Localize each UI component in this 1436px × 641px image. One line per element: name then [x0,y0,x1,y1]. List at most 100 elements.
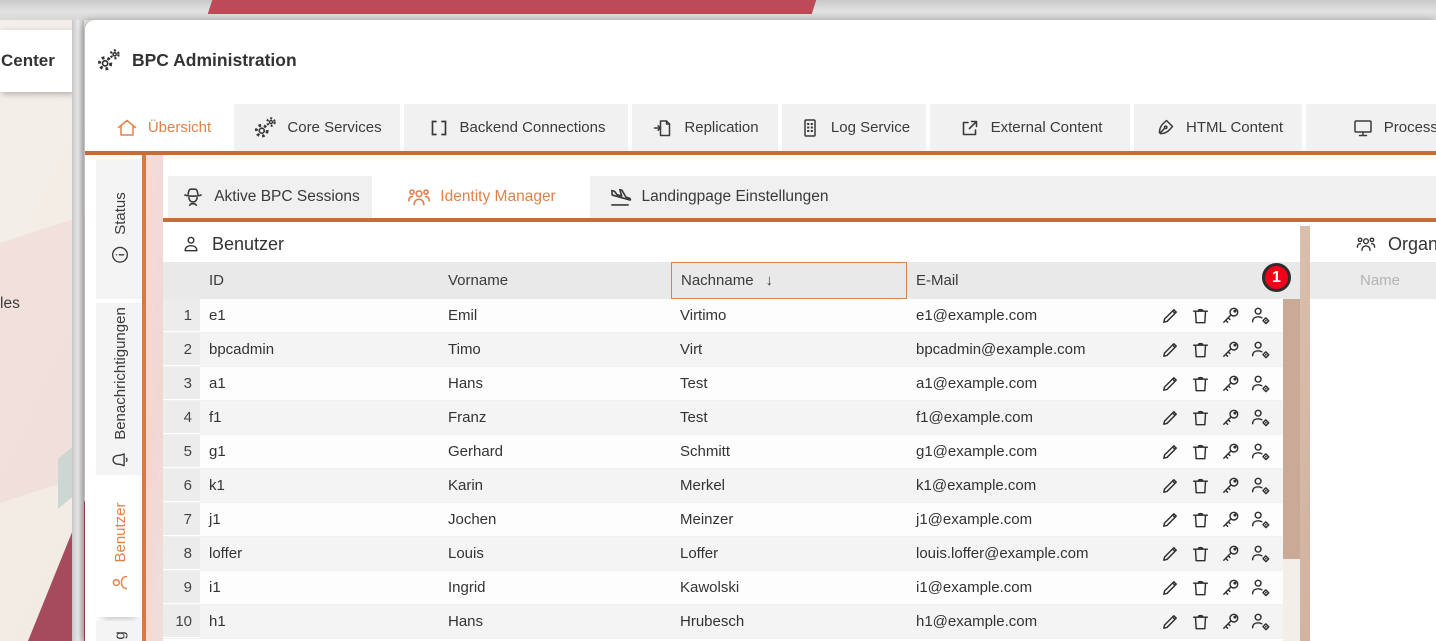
cell-vorname: Jochen [439,511,671,528]
subtab-landingpage-einstellungen[interactable]: Landingpage Einstellungen [590,176,846,218]
tab-process-dashboard[interactable]: Process Da [1306,104,1436,151]
scrollbar-thumb[interactable] [1283,299,1300,559]
tab-uebersicht[interactable]: Übersicht [96,104,230,151]
column-header-email[interactable]: E-Mail [907,272,1159,289]
group-icon [406,184,432,210]
background-window-tab[interactable]: Center [0,30,72,92]
background-window-title: Center [0,51,55,71]
table-row[interactable]: 2 bpcadmin Timo Virt bpcadmin@example.co… [163,333,1300,367]
tab-backend-connections[interactable]: Backend Connections [404,104,628,151]
edit-icon[interactable] [1159,304,1182,327]
delete-icon[interactable] [1189,576,1212,599]
key-icon[interactable] [1219,406,1242,429]
cell-nachname: Loffer [671,545,907,562]
cell-email: j1@example.com [907,511,1159,528]
key-icon[interactable] [1219,576,1242,599]
sidebar-item-benutzer[interactable]: Benutzer [96,479,143,617]
red-accent-band [208,0,817,14]
left-scrollbar[interactable] [72,20,84,641]
key-icon[interactable] [1219,474,1242,497]
group-icon [1355,233,1377,255]
background-partial-text: les [0,295,20,313]
edit-icon[interactable] [1159,508,1182,531]
cell-nachname: Test [671,375,907,392]
assign-user-icon[interactable] [1249,576,1272,599]
edit-icon[interactable] [1159,542,1182,565]
vertical-sidebar: Status Benachrichtigungen Benutzer [96,159,143,641]
delete-icon[interactable] [1189,508,1212,531]
tab-replication[interactable]: Replication [632,104,778,151]
assign-user-icon[interactable] [1249,508,1272,531]
assign-user-icon[interactable] [1249,406,1272,429]
delete-icon[interactable] [1189,338,1212,361]
delete-icon[interactable] [1189,406,1212,429]
table-row[interactable]: 3 a1 Hans Test a1@example.com [163,367,1300,401]
delete-icon[interactable] [1189,440,1212,463]
cell-email: e1@example.com [907,307,1159,324]
assign-user-icon[interactable] [1249,304,1272,327]
top-strip [0,0,1436,20]
column-header-label: Nachname [681,272,754,289]
table-row[interactable]: 8 loffer Louis Loffer louis.loffer@examp… [163,537,1300,571]
table-scrollbar[interactable] [1283,299,1300,641]
delete-icon[interactable] [1189,372,1212,395]
tab-label: External Content [991,119,1103,136]
benutzer-title-label: Benutzer [212,234,284,255]
column-header-vorname[interactable]: Vorname [439,272,671,289]
cell-vorname: Hans [439,613,671,630]
assign-user-icon[interactable] [1249,372,1272,395]
table-row[interactable]: 9 i1 Ingrid Kawolski i1@example.com [163,571,1300,605]
row-number: 1 [163,299,200,332]
assign-user-icon[interactable] [1249,338,1272,361]
key-icon[interactable] [1219,610,1242,633]
key-icon[interactable] [1219,542,1242,565]
sidebar-item-partial[interactable]: g [96,621,143,641]
table-row[interactable]: 6 k1 Karin Merkel k1@example.com [163,469,1300,503]
key-icon[interactable] [1219,304,1242,327]
subtab-aktive-bpc-sessions[interactable]: Aktive BPC Sessions [168,176,372,218]
key-icon[interactable] [1219,508,1242,531]
edit-icon[interactable] [1159,610,1182,633]
cell-vorname: Hans [439,375,671,392]
cell-vorname: Gerhard [439,443,671,460]
cell-email: k1@example.com [907,477,1159,494]
row-number: 3 [163,367,200,400]
key-icon[interactable] [1219,338,1242,361]
row-actions [1159,406,1283,429]
edit-icon[interactable] [1159,474,1182,497]
cell-email: bpcadmin@example.com [907,341,1159,358]
column-header-nachname[interactable]: Nachname ↓ [671,262,907,299]
assign-user-icon[interactable] [1249,474,1272,497]
edit-icon[interactable] [1159,338,1182,361]
table-row[interactable]: 10 h1 Hans Hrubesch h1@example.com [163,605,1300,639]
tab-core-services[interactable]: Core Services [234,104,400,151]
delete-icon[interactable] [1189,542,1212,565]
edit-icon[interactable] [1159,576,1182,599]
column-header-id[interactable]: ID [200,272,439,289]
sidebar-item-benachrichtigungen[interactable]: Benachrichtigungen [96,303,143,475]
assign-user-icon[interactable] [1249,610,1272,633]
delete-icon[interactable] [1189,304,1212,327]
key-icon[interactable] [1219,372,1242,395]
subtab-label: Landingpage Einstellungen [641,188,828,206]
table-row[interactable]: 4 f1 Franz Test f1@example.com [163,401,1300,435]
table-row[interactable]: 1 e1 Emil Virtimo e1@example.com [163,299,1300,333]
tab-html-content[interactable]: HTML Content [1134,104,1302,151]
edit-icon[interactable] [1159,372,1182,395]
edit-icon[interactable] [1159,440,1182,463]
delete-icon[interactable] [1189,474,1212,497]
tab-log-service[interactable]: Log Service [782,104,926,151]
delete-icon[interactable] [1189,610,1212,633]
key-icon[interactable] [1219,440,1242,463]
subtab-identity-manager[interactable]: Identity Manager [385,176,577,218]
table-row[interactable]: 7 j1 Jochen Meinzer j1@example.com [163,503,1300,537]
sidebar-item-status[interactable]: Status [96,159,143,299]
edit-icon[interactable] [1159,406,1182,429]
column-header-name[interactable]: Name [1310,262,1436,299]
table-row[interactable]: 5 g1 Gerhard Schmitt g1@example.com [163,435,1300,469]
assign-user-icon[interactable] [1249,440,1272,463]
tab-external-content[interactable]: External Content [930,104,1130,151]
cell-nachname: Meinzer [671,511,907,528]
document-arrow-icon [651,116,675,140]
assign-user-icon[interactable] [1249,542,1272,565]
